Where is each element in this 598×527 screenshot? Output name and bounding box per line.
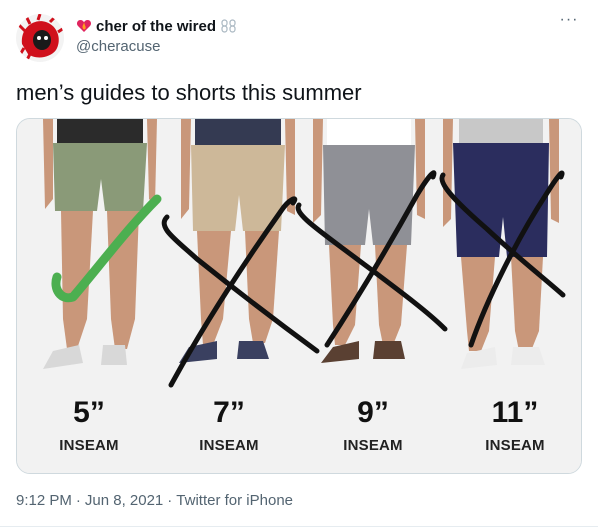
- chain-icon: [221, 19, 236, 33]
- tweet-metadata: 9:12 PM · Jun 8, 2021 · Twitter for iPho…: [16, 492, 293, 509]
- inseam-size: 11”: [491, 396, 539, 429]
- inseam-column-7: 7” INSEAM: [169, 396, 289, 455]
- tweet-source[interactable]: Twitter for iPhone: [176, 492, 293, 509]
- inseam-label: INSEAM: [343, 437, 403, 454]
- heart-icon: [76, 20, 92, 32]
- inseam-label: INSEAM: [199, 437, 259, 454]
- name-row[interactable]: cher of the wired: [76, 16, 238, 36]
- user-handle[interactable]: @cheracuse: [76, 38, 160, 55]
- tweet-text: men’s guides to shorts this summer: [16, 80, 362, 105]
- tweet-card: cher of the wired @cheracuse ··· men’s g…: [0, 0, 598, 527]
- tweet-image[interactable]: 5” INSEAM 7” INSEAM 9” INSEAM 11” INSEAM: [16, 118, 582, 474]
- inseam-size: 9”: [357, 396, 389, 429]
- timestamp-date[interactable]: Jun 8, 2021: [85, 492, 163, 509]
- inseam-column-11: 11” INSEAM: [455, 396, 575, 455]
- inseam-size: 5”: [73, 396, 105, 429]
- more-options-button[interactable]: ···: [558, 12, 580, 34]
- avatar-image: [16, 14, 64, 62]
- inseam-label: INSEAM: [485, 437, 545, 454]
- separator: ·: [75, 492, 81, 509]
- inseam-label: INSEAM: [59, 437, 119, 454]
- display-name[interactable]: cher of the wired: [96, 18, 216, 35]
- separator: ·: [167, 492, 173, 509]
- inseam-size: 7”: [213, 396, 245, 429]
- inseam-column-5: 5” INSEAM: [29, 396, 149, 455]
- avatar[interactable]: [16, 14, 64, 62]
- inseam-column-9: 9” INSEAM: [313, 396, 433, 455]
- timestamp-time[interactable]: 9:12 PM: [16, 492, 72, 509]
